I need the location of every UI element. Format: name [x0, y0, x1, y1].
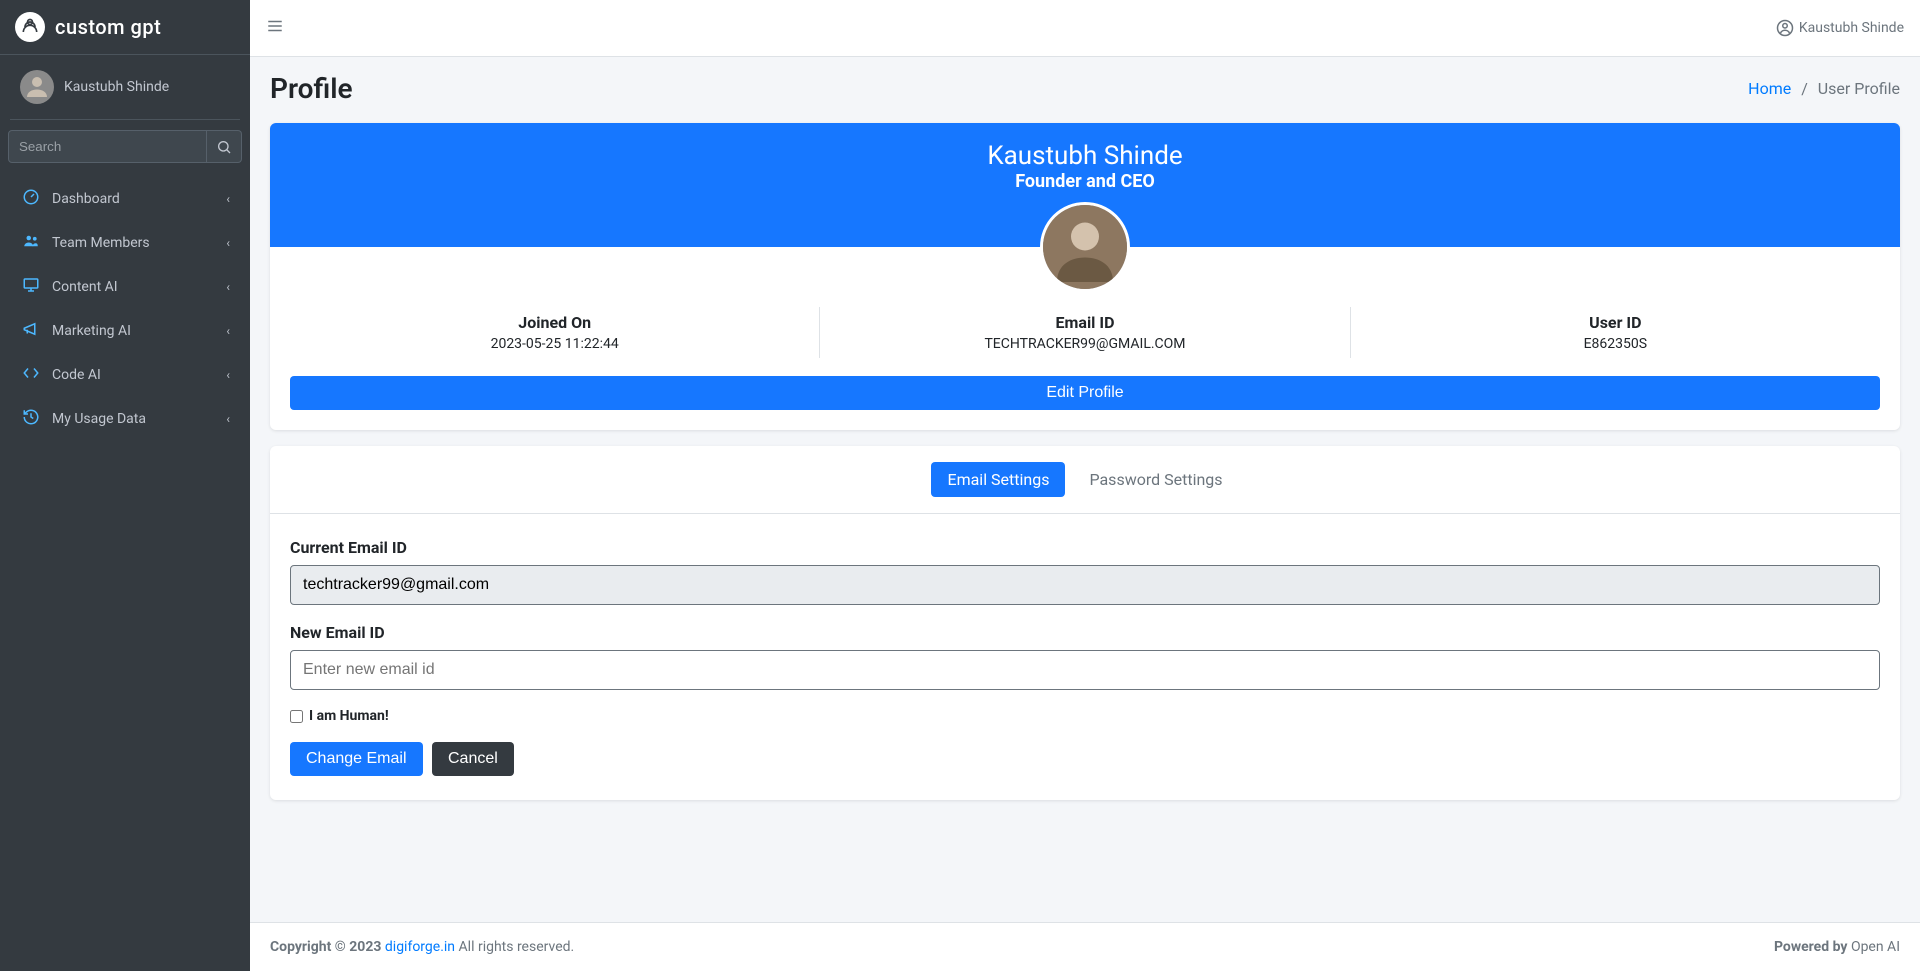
settings-card: Email Settings Password Settings Current… — [270, 446, 1900, 800]
search-button[interactable] — [207, 130, 242, 163]
human-label[interactable]: I am Human! — [309, 708, 389, 724]
sidebar-username: Kaustubh Shinde — [64, 79, 169, 95]
gauge-icon — [20, 188, 42, 210]
user-circle-icon — [1776, 19, 1794, 37]
topbar-user[interactable]: Kaustubh Shinde — [1776, 19, 1904, 37]
change-email-button[interactable]: Change Email — [290, 742, 423, 776]
users-icon — [20, 232, 42, 254]
megaphone-icon — [20, 320, 42, 342]
chevron-left-icon: ‹ — [226, 236, 230, 250]
new-email-input[interactable] — [290, 650, 1880, 690]
sidebar-item-label: Dashboard — [52, 191, 120, 207]
settings-tabs: Email Settings Password Settings — [270, 446, 1900, 514]
current-email-input[interactable] — [290, 565, 1880, 605]
breadcrumb-home[interactable]: Home — [1748, 79, 1791, 98]
sidebar-item-marketing-ai[interactable]: Marketing AI ‹ — [8, 310, 242, 352]
history-icon — [20, 408, 42, 430]
cancel-button[interactable]: Cancel — [432, 742, 514, 776]
sidebar-user-panel[interactable]: Kaustubh Shinde — [10, 55, 240, 120]
new-email-label: New Email ID — [290, 623, 1880, 642]
code-icon — [20, 364, 42, 386]
brand-name: custom gpt — [55, 15, 161, 39]
powered-by-label: Powered by — [1774, 939, 1851, 955]
tab-password-settings[interactable]: Password Settings — [1073, 462, 1238, 497]
sidebar-item-dashboard[interactable]: Dashboard ‹ — [8, 178, 242, 220]
profile-name: Kaustubh Shinde — [270, 141, 1900, 171]
profile-avatar — [1040, 202, 1130, 292]
footer-left: Copyright © 2023 digiforge.in All rights… — [270, 939, 574, 955]
powered-by-value: Open AI — [1851, 939, 1900, 955]
sidebar-nav: Dashboard ‹ Team Members ‹ Content AI ‹ — [0, 173, 250, 447]
email-value: TECHTRACKER99@GMAIL.COM — [830, 336, 1339, 352]
sidebar-item-content-ai[interactable]: Content AI ‹ — [8, 266, 242, 308]
sidebar-item-label: Content AI — [52, 279, 118, 295]
content-header: Profile Home / User Profile — [250, 57, 1920, 113]
footer: Copyright © 2023 digiforge.in All rights… — [250, 922, 1920, 971]
monitor-icon — [20, 276, 42, 298]
chevron-left-icon: ‹ — [226, 280, 230, 294]
sidebar: custom gpt Kaustubh Shinde Dashboard — [0, 0, 250, 971]
joined-value: 2023-05-25 11:22:44 — [300, 336, 809, 352]
breadcrumb-current: User Profile — [1818, 79, 1900, 98]
profile-card: Kaustubh Shinde Founder and CEO Joined O… — [270, 123, 1900, 430]
topbar-username: Kaustubh Shinde — [1799, 20, 1904, 36]
sidebar-item-label: Team Members — [52, 235, 150, 251]
profile-subtitle: Founder and CEO — [270, 171, 1900, 192]
edit-profile-button[interactable]: Edit Profile — [290, 376, 1880, 410]
userid-value: E862350S — [1361, 336, 1870, 352]
tab-email-settings[interactable]: Email Settings — [931, 462, 1065, 497]
sidebar-item-team-members[interactable]: Team Members ‹ — [8, 222, 242, 264]
chevron-left-icon: ‹ — [226, 192, 230, 206]
search-icon — [216, 139, 232, 155]
menu-toggle-button[interactable] — [266, 17, 284, 40]
hamburger-icon — [266, 17, 284, 35]
footer-link[interactable]: digiforge.in — [385, 939, 455, 955]
sidebar-avatar — [20, 70, 54, 104]
human-checkbox[interactable] — [290, 710, 303, 723]
email-label: Email ID — [830, 313, 1339, 332]
profile-joined-col: Joined On 2023-05-25 11:22:44 — [290, 307, 819, 358]
chevron-left-icon: ‹ — [226, 412, 230, 426]
userid-label: User ID — [1361, 313, 1870, 332]
breadcrumb-separator: / — [1801, 79, 1808, 98]
footer-right: Powered by Open AI — [1774, 939, 1900, 955]
sidebar-item-label: My Usage Data — [52, 411, 146, 427]
sidebar-item-code-ai[interactable]: Code AI ‹ — [8, 354, 242, 396]
joined-label: Joined On — [300, 313, 809, 332]
breadcrumb: Home / User Profile — [1748, 79, 1900, 98]
brand-logo-icon — [15, 12, 45, 42]
sidebar-item-label: Marketing AI — [52, 323, 131, 339]
topbar: Kaustubh Shinde — [250, 0, 1920, 57]
page-title: Profile — [270, 72, 353, 105]
current-email-label: Current Email ID — [290, 538, 1880, 557]
footer-rights: All rights reserved. — [459, 939, 575, 955]
chevron-left-icon: ‹ — [226, 368, 230, 382]
profile-email-col: Email ID TECHTRACKER99@GMAIL.COM — [819, 307, 1349, 358]
email-settings-form: Current Email ID New Email ID I am Human… — [270, 514, 1900, 800]
sidebar-item-label: Code AI — [52, 367, 101, 383]
brand[interactable]: custom gpt — [0, 0, 250, 55]
profile-hero: Kaustubh Shinde Founder and CEO — [270, 123, 1900, 247]
chevron-left-icon: ‹ — [226, 324, 230, 338]
copyright-text: Copyright © 2023 — [270, 939, 385, 955]
search-input[interactable] — [8, 130, 207, 163]
sidebar-search — [0, 120, 250, 173]
profile-userid-col: User ID E862350S — [1350, 307, 1880, 358]
sidebar-item-usage-data[interactable]: My Usage Data ‹ — [8, 398, 242, 440]
